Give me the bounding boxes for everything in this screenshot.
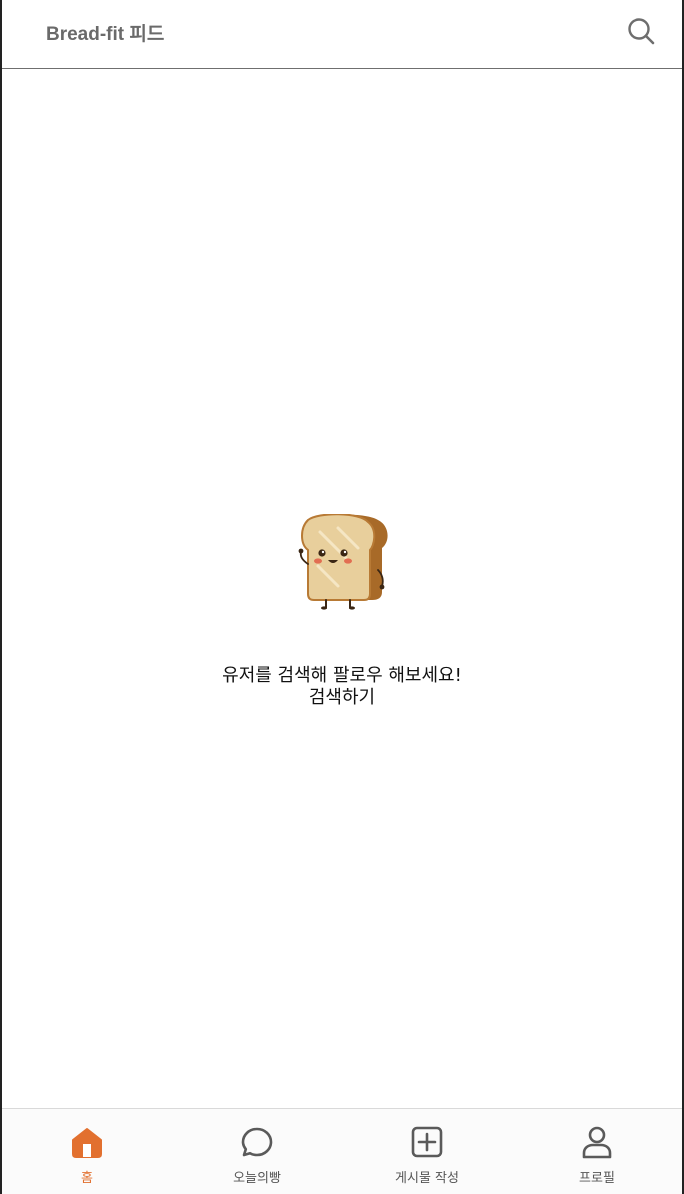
nav-item-today-bread[interactable]: 오늘의빵	[172, 1109, 342, 1194]
app-frame: Bread-fit 피드 유저를 검색해 팔로우 해보세요! 검색하기 홈 오늘…	[0, 0, 684, 1194]
nav-label-create-post: 게시물 작성	[395, 1171, 459, 1186]
feed-content: 유저를 검색해 팔로우 해보세요! 검색하기	[2, 70, 682, 1108]
nav-label-profile: 프로필	[579, 1171, 615, 1186]
home-icon	[70, 1125, 104, 1159]
nav-item-home[interactable]: 홈	[2, 1109, 172, 1194]
bread-mascot-illustration	[298, 513, 390, 610]
nav-item-profile[interactable]: 프로필	[512, 1109, 682, 1194]
nav-label-home: 홈	[81, 1171, 93, 1186]
chat-bubble-icon	[240, 1125, 274, 1159]
search-button[interactable]	[626, 16, 656, 46]
nav-item-create-post[interactable]: 게시물 작성	[342, 1109, 512, 1194]
page-title: Bread-fit 피드	[46, 23, 165, 45]
empty-state-message: 유저를 검색해 팔로우 해보세요!	[222, 665, 462, 686]
plus-square-icon	[410, 1125, 444, 1159]
search-icon	[628, 18, 655, 45]
user-icon	[580, 1125, 614, 1159]
search-link[interactable]: 검색하기	[2, 687, 682, 709]
top-bar: Bread-fit 피드	[2, 0, 682, 69]
bottom-navigation: 홈 오늘의빵 게시물 작성 프로필	[2, 1108, 682, 1194]
nav-label-today-bread: 오늘의빵	[233, 1171, 281, 1186]
